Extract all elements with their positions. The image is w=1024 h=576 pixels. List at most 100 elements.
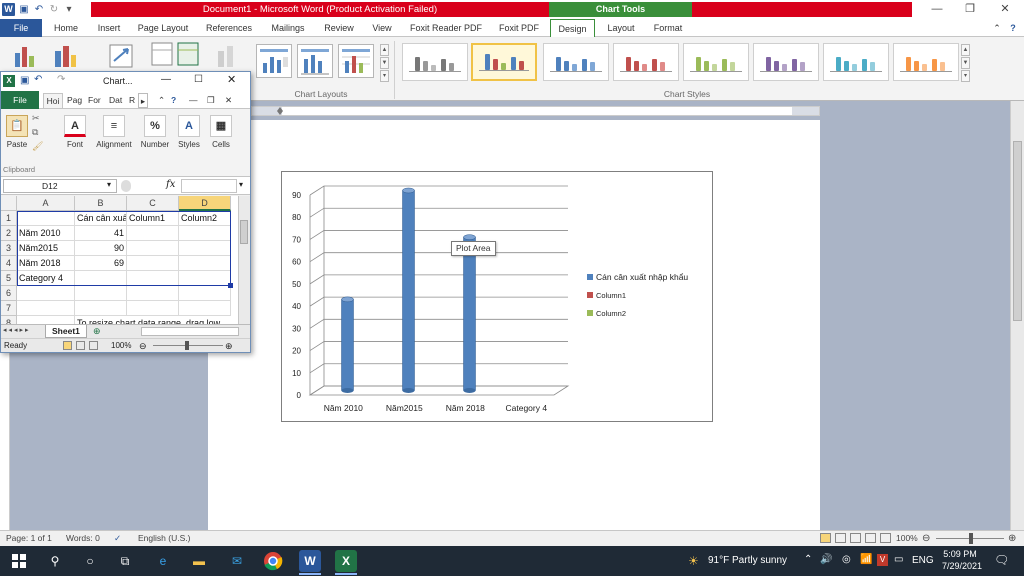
page-count[interactable]: Page: 1 of 1 bbox=[6, 531, 52, 546]
save-icon[interactable]: ▣ bbox=[18, 4, 30, 16]
format-painter-icon[interactable]: 🖌 bbox=[32, 141, 43, 152]
tab-home[interactable]: Home bbox=[47, 19, 85, 37]
change-chart-type-icon[interactable] bbox=[12, 43, 38, 69]
legend-entry[interactable]: Cán cân xuất nhập khẩu bbox=[596, 272, 688, 282]
styles-button[interactable]: A Styles bbox=[174, 115, 204, 149]
excel-close-button[interactable]: ✕ bbox=[227, 73, 236, 86]
excel-app-icon[interactable]: X bbox=[3, 75, 15, 87]
bar[interactable] bbox=[463, 234, 476, 393]
help-icon[interactable]: ? bbox=[1006, 19, 1020, 37]
cell-b3[interactable]: 90 bbox=[75, 241, 127, 256]
start-icon[interactable] bbox=[8, 550, 30, 572]
cortana-icon[interactable]: ○ bbox=[79, 550, 101, 572]
cell-a4[interactable]: Năm 2018 bbox=[17, 256, 75, 271]
proofing-icon[interactable]: ✓ bbox=[114, 531, 121, 546]
cells-button[interactable]: ▦ Cells bbox=[207, 115, 235, 149]
page-break-view-icon[interactable] bbox=[89, 341, 98, 350]
cell-d3[interactable] bbox=[179, 241, 231, 256]
excel-restore-button[interactable]: ☐ bbox=[194, 74, 203, 85]
cell-c3[interactable] bbox=[127, 241, 179, 256]
cell-c7[interactable] bbox=[127, 301, 179, 316]
paste-button[interactable]: 📋 Paste bbox=[4, 115, 30, 149]
alignment-button[interactable]: ≡ Alignment bbox=[93, 115, 135, 149]
excel-tab-home[interactable]: Hoi bbox=[43, 93, 63, 108]
legend-entry[interactable]: Column1 bbox=[596, 291, 626, 300]
row-header[interactable]: 6 bbox=[1, 286, 17, 301]
horizontal-scrollbar[interactable] bbox=[141, 327, 239, 336]
tab-format[interactable]: Format bbox=[646, 19, 690, 37]
zoom-slider-thumb[interactable] bbox=[969, 533, 973, 544]
excel-tab-page-layout[interactable]: Pag bbox=[67, 93, 82, 108]
draft-view-icon[interactable] bbox=[880, 533, 891, 543]
excel-scroll-thumb[interactable] bbox=[240, 220, 248, 244]
chart-layout-1[interactable] bbox=[256, 44, 292, 78]
new-sheet-icon[interactable]: ⊕ bbox=[93, 326, 101, 337]
cell-c1[interactable]: Column1 bbox=[127, 211, 179, 226]
row-header[interactable]: 1 bbox=[1, 211, 17, 226]
outline-view-icon[interactable] bbox=[865, 533, 876, 543]
zoom-in-icon[interactable]: ⊕ bbox=[1008, 531, 1016, 546]
excel-ribbon-collapse-icon[interactable]: ⌃ bbox=[158, 93, 165, 108]
input-language[interactable]: ENG bbox=[912, 555, 934, 566]
cell-d2[interactable] bbox=[179, 226, 231, 241]
chart-style-2-selected[interactable] bbox=[471, 43, 537, 81]
ribbon-collapse-icon[interactable]: ⌃ bbox=[990, 19, 1004, 37]
minimize-button[interactable]: — bbox=[922, 2, 952, 17]
cell-a3[interactable]: Năm2015 bbox=[17, 241, 75, 256]
column-header-c[interactable]: C bbox=[127, 196, 179, 211]
column-header-d[interactable]: D bbox=[179, 196, 231, 211]
excel-min-icon[interactable]: — bbox=[189, 93, 198, 108]
row-header[interactable]: 2 bbox=[1, 226, 17, 241]
row-header[interactable]: 3 bbox=[1, 241, 17, 256]
row-header[interactable]: 7 bbox=[1, 301, 17, 316]
word-taskbar-icon[interactable]: W bbox=[299, 550, 321, 572]
switch-row-column-icon[interactable] bbox=[108, 43, 134, 69]
excel-vertical-scrollbar[interactable] bbox=[238, 196, 250, 324]
excel-tab-review[interactable]: R bbox=[129, 93, 135, 108]
cell-b6[interactable] bbox=[75, 286, 127, 301]
weather-icon[interactable]: ☀ bbox=[688, 554, 699, 568]
tab-foxit-reader-pdf[interactable]: Foxit Reader PDF bbox=[404, 19, 488, 37]
name-box[interactable]: D12 bbox=[3, 179, 117, 193]
row-header[interactable]: 4 bbox=[1, 256, 17, 271]
full-screen-view-icon[interactable] bbox=[835, 533, 846, 543]
cell-a8[interactable] bbox=[17, 316, 75, 324]
tab-view[interactable]: View bbox=[366, 19, 398, 37]
zoom-out-icon[interactable]: ⊖ bbox=[922, 531, 930, 546]
excel-tab-data[interactable]: Dat bbox=[109, 93, 122, 108]
tab-references[interactable]: References bbox=[200, 19, 258, 37]
chart-style-4[interactable] bbox=[613, 43, 679, 81]
excel-tabs-scroll-icon[interactable]: ▸ bbox=[138, 93, 148, 108]
chart-object[interactable]: 0 10 20 30 40 50 60 70 80 90 Năm 2010 Năm2015 Năm 2… bbox=[281, 171, 713, 422]
copy-icon[interactable]: ⧉ bbox=[32, 127, 38, 138]
excel-taskbar-icon[interactable]: X bbox=[335, 550, 357, 572]
column-header-b[interactable]: B bbox=[75, 196, 127, 211]
cell-c2[interactable] bbox=[127, 226, 179, 241]
cell-a5[interactable]: Category 4 bbox=[17, 271, 75, 286]
styles-scroll-down[interactable]: ▼ bbox=[961, 57, 970, 69]
word-app-icon[interactable]: W bbox=[2, 3, 15, 16]
sheet-nav-arrows[interactable]: ◂◂◂▸▸ bbox=[3, 326, 31, 334]
word-count[interactable]: Words: 0 bbox=[66, 531, 100, 546]
excel-restore-icon[interactable]: ❐ bbox=[207, 93, 215, 108]
cell-d7[interactable] bbox=[179, 301, 231, 316]
cell-c5[interactable] bbox=[127, 271, 179, 286]
page-layout-view-icon[interactable] bbox=[76, 341, 85, 350]
chart-style-5[interactable] bbox=[683, 43, 749, 81]
excel-zoom-in-icon[interactable]: ⊕ bbox=[225, 339, 233, 353]
excel-chart-data-window[interactable]: X ▣ ↶ ↷ Chart... — ☐ ✕ File Hoi Pag For … bbox=[0, 71, 251, 353]
column-header-a[interactable]: A bbox=[17, 196, 75, 211]
formula-resize-handle[interactable] bbox=[121, 180, 131, 192]
cell-b2[interactable]: 41 bbox=[75, 226, 127, 241]
excel-close-doc-icon[interactable]: ✕ bbox=[225, 93, 232, 108]
tab-layout[interactable]: Layout bbox=[600, 19, 642, 37]
chart-style-1[interactable] bbox=[402, 43, 468, 81]
excel-tab-file[interactable]: File bbox=[1, 91, 39, 109]
name-box-dropdown-icon[interactable]: ▾ bbox=[107, 180, 111, 189]
cell-a7[interactable] bbox=[17, 301, 75, 316]
normal-view-icon[interactable] bbox=[63, 341, 72, 350]
horizontal-ruler[interactable] bbox=[251, 106, 820, 116]
mail-icon[interactable]: ✉ bbox=[226, 550, 248, 572]
layouts-scroll-up[interactable]: ▲ bbox=[380, 44, 389, 56]
insert-function-icon[interactable]: fx bbox=[166, 179, 175, 190]
